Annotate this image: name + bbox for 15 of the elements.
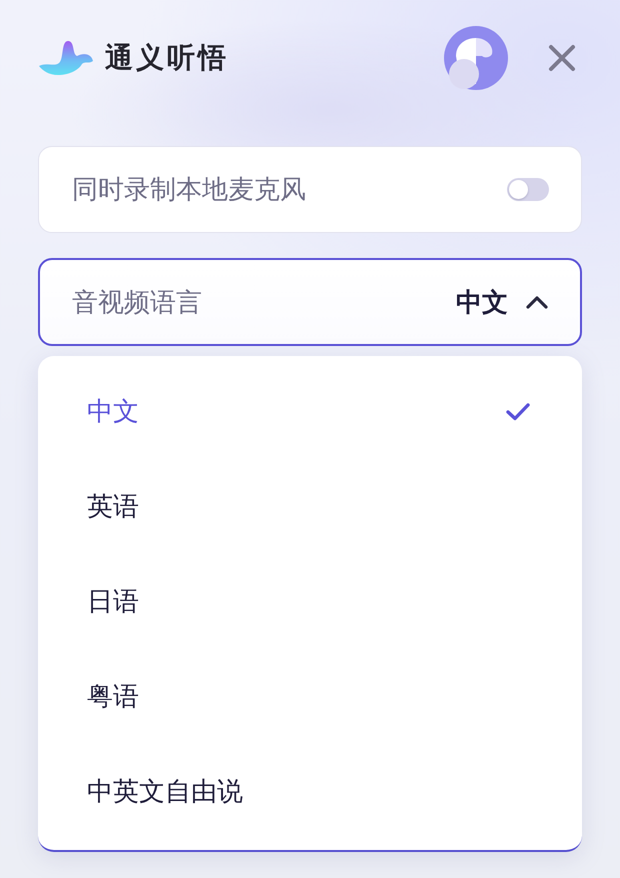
app-title: 通义听悟 <box>105 40 229 76</box>
chevron-up-icon <box>526 296 548 308</box>
language-option[interactable]: 英语 <box>38 459 582 554</box>
language-option[interactable]: 中英文自由说 <box>38 744 582 839</box>
close-icon[interactable] <box>548 44 576 72</box>
language-option[interactable]: 中文 <box>38 364 582 459</box>
select-label: 音视频语言 <box>72 286 203 320</box>
toggle-switch[interactable] <box>507 178 549 201</box>
setting-label: 同时录制本地麦克风 <box>72 174 307 207</box>
language-select[interactable]: 音视频语言 中文 <box>38 258 582 346</box>
language-option[interactable]: 日语 <box>38 554 582 649</box>
select-value: 中文 <box>456 286 508 320</box>
avatar-icon[interactable] <box>444 26 508 90</box>
language-option[interactable]: 粤语 <box>38 649 582 744</box>
logo-icon <box>38 40 94 76</box>
